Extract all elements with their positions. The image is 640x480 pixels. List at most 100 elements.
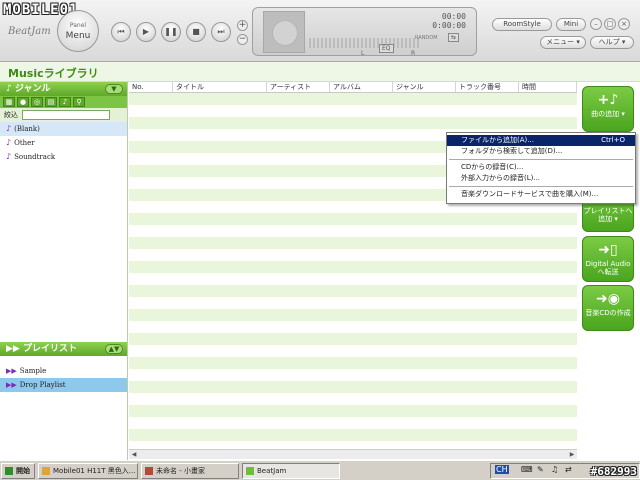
volume-up-button[interactable]: + xyxy=(237,20,248,31)
mini-button[interactable]: Mini xyxy=(556,18,586,31)
scroll-right-icon[interactable]: ▶ xyxy=(567,450,577,459)
panel-menu-button[interactable]: Panel Menu xyxy=(57,10,99,52)
left-pane: ♪ ジャンル ▼ ▦ ● ◎ ▤ ♪ ⚲ 絞込 ♪ (Blank) ♪ Other … xyxy=(0,82,128,460)
genre-header: ♪ ジャンル ▼ xyxy=(0,82,127,96)
next-track-button[interactable]: ⏭ xyxy=(211,22,231,42)
table-row[interactable] xyxy=(129,369,577,381)
column-header-track-number[interactable]: トラック番号 xyxy=(456,82,519,92)
language-indicator[interactable]: CH xyxy=(495,465,509,474)
play-icon: ▶ xyxy=(142,27,150,36)
genre-item[interactable]: ♪ Soundtrack xyxy=(0,150,127,164)
table-row[interactable] xyxy=(129,417,577,429)
volume-down-button[interactable]: − xyxy=(237,34,248,45)
table-row[interactable] xyxy=(129,381,577,393)
menu-item-add-from-folder[interactable]: フォルダから検索して追加(D)... xyxy=(447,146,635,157)
column-header-genre[interactable]: ジャンル xyxy=(393,82,456,92)
restore-button[interactable]: □ xyxy=(604,18,616,30)
taskbar-item[interactable]: BeatJam xyxy=(242,463,340,479)
grid-view-icon[interactable]: ▦ xyxy=(3,97,15,107)
table-row[interactable] xyxy=(129,285,577,297)
random-label[interactable]: RANDOM xyxy=(415,35,438,41)
table-row[interactable] xyxy=(129,297,577,309)
table-row[interactable] xyxy=(129,441,577,449)
digital-audio-transfer-button[interactable]: ➜▯ Digital Audio へ転送 xyxy=(582,236,634,282)
minimize-button[interactable]: – xyxy=(590,18,602,30)
genre-collapse-button[interactable]: ▼ xyxy=(105,84,123,94)
eq-button[interactable]: EQ xyxy=(379,44,394,53)
filter-input[interactable] xyxy=(22,110,110,120)
menu-item-record-external[interactable]: 外部入力からの録音(L)... xyxy=(447,173,635,184)
table-row[interactable] xyxy=(129,225,577,237)
column-header-artist[interactable]: アーティスト xyxy=(267,82,330,92)
pen-icon[interactable]: ✎ xyxy=(537,465,544,474)
table-row[interactable] xyxy=(129,405,577,417)
time-bottom: 0:00:00 xyxy=(432,21,466,30)
table-row[interactable] xyxy=(129,117,577,129)
menu-item-add-from-file[interactable]: ファイルから追加(A)... Ctrl+O xyxy=(447,135,635,146)
play-button[interactable]: ▶ xyxy=(136,22,156,42)
network-icon[interactable]: ⇄ xyxy=(565,465,572,474)
column-header-album[interactable]: アルバム xyxy=(330,82,393,92)
taskbar-item[interactable]: 未命名 - 小畫家 xyxy=(141,463,239,479)
table-row[interactable] xyxy=(129,105,577,117)
table-row[interactable] xyxy=(129,333,577,345)
table-row[interactable] xyxy=(129,249,577,261)
table-row[interactable] xyxy=(129,429,577,441)
scroll-left-icon[interactable]: ◀ xyxy=(129,450,139,459)
previous-track-button[interactable]: ⏮ xyxy=(111,22,131,42)
add-music-icon: +♪ xyxy=(597,92,619,108)
column-header-title[interactable]: タイトル xyxy=(173,82,267,92)
help-dropdown-button[interactable]: ヘルプ ▾ xyxy=(590,36,634,49)
roomstyle-button[interactable]: RoomStyle xyxy=(492,18,552,31)
start-button[interactable]: 開始 xyxy=(1,463,35,479)
playlist-icon: ▶▶ xyxy=(6,367,17,375)
chevron-down-icon: ▼ xyxy=(111,85,117,93)
menu-separator xyxy=(449,159,633,160)
menu-dropdown-button[interactable]: メニュー ▾ xyxy=(540,36,586,49)
table-row[interactable] xyxy=(129,345,577,357)
table-row[interactable] xyxy=(129,357,577,369)
playlist-arrow-icon: ▶▶ xyxy=(6,344,20,354)
genre-item[interactable]: ♪ Other xyxy=(0,136,127,150)
playlist-icon: ▶▶ xyxy=(6,381,17,389)
column-header-time[interactable]: 時間 xyxy=(519,82,577,92)
table-row[interactable] xyxy=(129,321,577,333)
table-row[interactable] xyxy=(129,213,577,225)
note-icon: ♪ xyxy=(6,138,12,147)
digital-audio-label-1: Digital Audio xyxy=(585,260,631,268)
table-row[interactable] xyxy=(129,393,577,405)
table-row[interactable] xyxy=(129,237,577,249)
genre-item[interactable]: ♪ (Blank) xyxy=(0,122,127,136)
app-logo: BeatJam xyxy=(8,26,51,37)
table-row[interactable] xyxy=(129,309,577,321)
close-button[interactable]: × xyxy=(618,18,630,30)
table-row[interactable] xyxy=(129,273,577,285)
taskbar-item-label: Mobile01 H11T 黑色入... xyxy=(53,467,136,475)
taskbar-item[interactable]: Mobile01 H11T 黑色入... xyxy=(38,463,138,479)
artist-view-icon[interactable]: ● xyxy=(17,97,29,107)
view-mode-row: ▦ ● ◎ ▤ ♪ ⚲ xyxy=(0,96,127,108)
menu-item-label: 音楽ダウンロードサービスで曲を購入(M)... xyxy=(461,190,599,198)
repeat-icon[interactable]: ⇆ xyxy=(448,33,460,42)
keyboard-icon[interactable]: ⌨ xyxy=(521,465,533,474)
playlist-item[interactable]: ▶▶ Sample xyxy=(0,364,127,378)
speaker-icon[interactable]: ♫ xyxy=(551,465,558,474)
playlist-item[interactable]: ▶▶ Drop Playlist xyxy=(0,378,127,392)
genre-view-icon[interactable]: ♪ xyxy=(59,97,71,107)
album-view-icon[interactable]: ◎ xyxy=(31,97,43,107)
stop-button[interactable]: ■ xyxy=(186,22,206,42)
menu-item-buy-music[interactable]: 音楽ダウンロードサービスで曲を購入(M)... xyxy=(447,189,635,200)
horizontal-scrollbar[interactable]: ◀ ▶ xyxy=(129,449,577,459)
add-song-button[interactable]: +♪ 曲の追加 ▾ xyxy=(582,86,634,132)
column-header-no[interactable]: No. xyxy=(129,82,173,92)
panel-menu-small-label: Panel xyxy=(69,22,87,29)
transfer-icon: ➜▯ xyxy=(598,242,618,258)
pause-button[interactable]: ❚❚ xyxy=(161,22,181,42)
menu-item-record-cd[interactable]: CDからの録音(C)... xyxy=(447,162,635,173)
table-row[interactable] xyxy=(129,93,577,105)
create-cd-button[interactable]: ➜◉ 音楽CDの作成 xyxy=(582,285,634,331)
table-row[interactable] xyxy=(129,261,577,273)
search-icon[interactable]: ⚲ xyxy=(73,97,85,107)
playlist-view-icon[interactable]: ▤ xyxy=(45,97,57,107)
playlist-toggle-button[interactable]: ▲▼ xyxy=(105,344,123,354)
